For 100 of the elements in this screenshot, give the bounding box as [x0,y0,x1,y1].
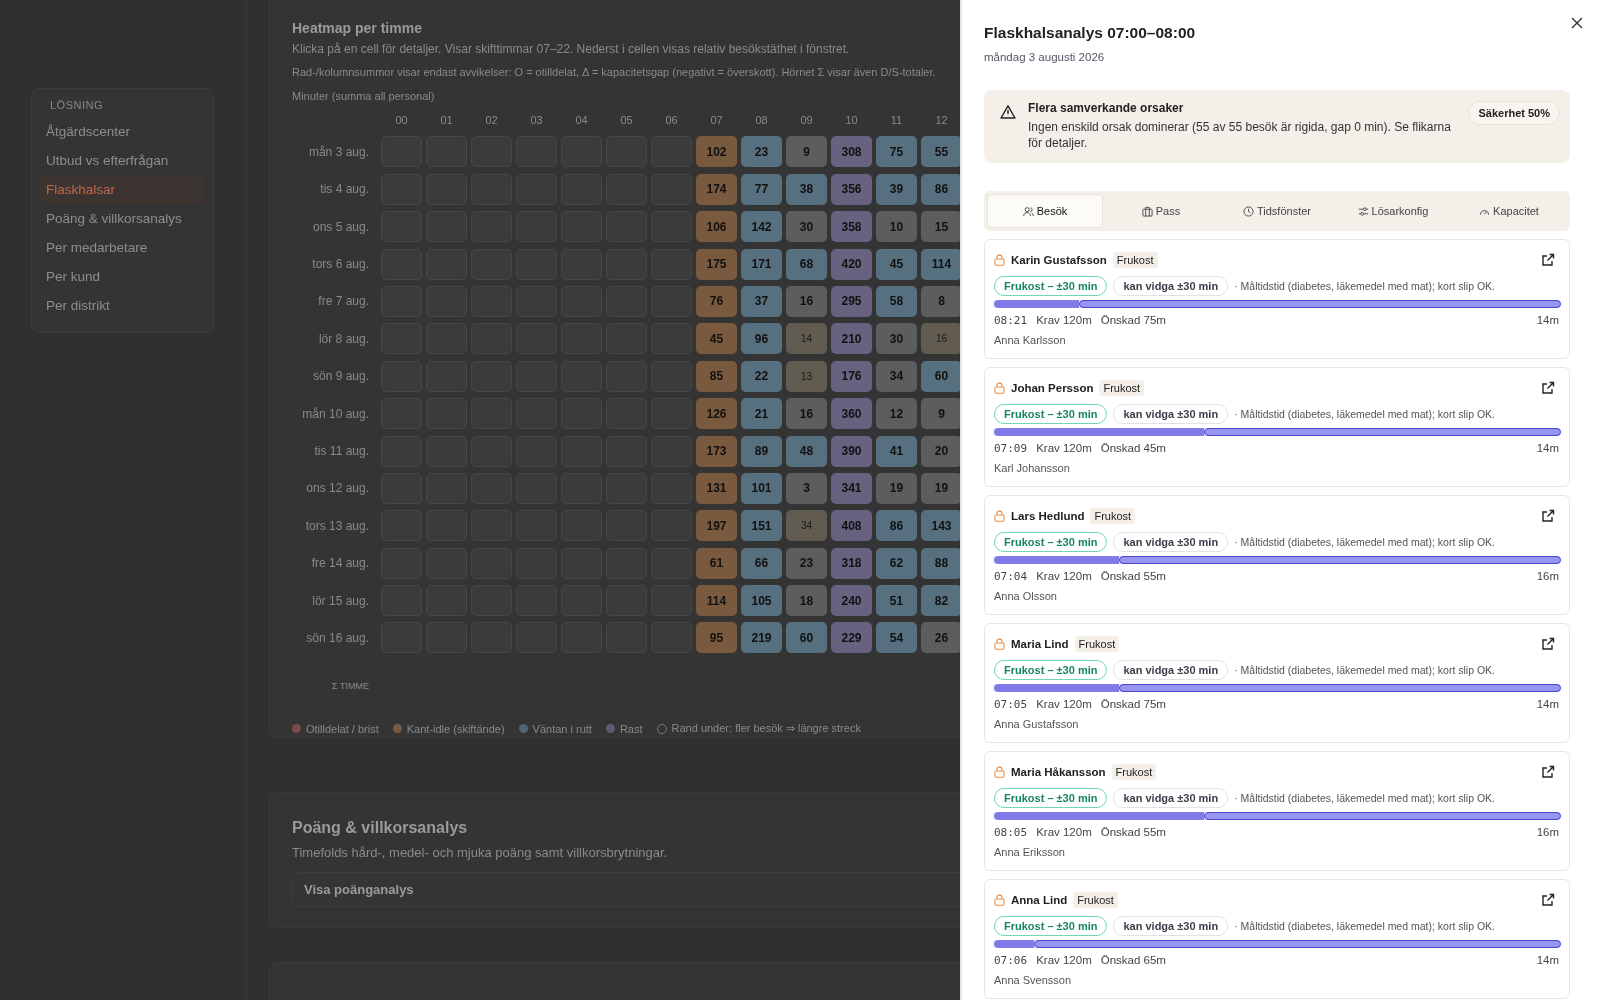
sidebar-item[interactable]: Åtgärdscenter [40,117,205,146]
heatmap-cell[interactable]: 229 [831,622,872,654]
heatmap-cell[interactable]: 420 [831,248,872,280]
heatmap-cell[interactable]: 18 [786,585,827,617]
heatmap-cell[interactable]: 16 [921,323,962,355]
heatmap-cell[interactable]: 54 [876,622,917,654]
heatmap-cell[interactable]: 95 [696,622,737,654]
heatmap-cell[interactable]: 101 [741,472,782,504]
heatmap-cell[interactable]: 41 [876,435,917,467]
heatmap-cell[interactable]: 210 [831,323,872,355]
tab[interactable]: Lösarkonfig [1335,194,1451,229]
heatmap-cell[interactable]: 358 [831,211,872,243]
heatmap-cell[interactable]: 240 [831,585,872,617]
tab[interactable]: Pass [1103,194,1219,229]
heatmap-cell[interactable]: 13 [786,360,827,392]
heatmap-cell[interactable]: 60 [786,622,827,654]
heatmap-cell[interactable]: 39 [876,173,917,205]
heatmap-cell[interactable]: 26 [921,622,962,654]
heatmap-cell[interactable]: 23 [741,136,782,168]
heatmap-cell[interactable]: 62 [876,547,917,579]
heatmap-cell[interactable]: 76 [696,285,737,317]
visit-card[interactable]: Johan Persson Frukost Frukost – ±30 min kan vidga ±30 min · Måltidstid (diabetes, läkemedel med mat); kort slip OK. 07:09 Krav 120m Önskad 45m 14m Karl Johansson [984,367,1570,488]
visit-card[interactable]: Maria Lind Frukost Frukost – ±30 min kan vidga ±30 min · Måltidstid (diabetes, läkemedel med mat); kort slip OK. 07:05 Krav 120m Önskad 75m 14m Anna Gustafsson [984,623,1570,744]
heatmap-cell[interactable]: 16 [786,285,827,317]
heatmap-cell[interactable]: 85 [696,360,737,392]
heatmap-cell[interactable]: 142 [741,211,782,243]
heatmap-cell[interactable]: 30 [876,323,917,355]
heatmap-cell[interactable]: 89 [741,435,782,467]
visit-card[interactable]: Maria Håkansson Frukost Frukost – ±30 min kan vidga ±30 min · Måltidstid (diabetes, läkemedel med mat); kort slip OK. 08:05 Krav 120m Önskad 55m 16m Anna Eriksson [984,751,1570,872]
heatmap-cell[interactable]: 175 [696,248,737,280]
sidebar-item[interactable]: Utbud vs efterfrågan [40,146,205,175]
heatmap-cell[interactable]: 8 [921,285,962,317]
external-link-icon[interactable] [1541,381,1555,396]
sidebar-item[interactable]: Per distrikt [40,291,205,320]
visit-card[interactable]: Anna Lind Frukost Frukost – ±30 min kan vidga ±30 min · Måltidstid (diabetes, läkemedel med mat); kort slip OK. 07:06 Krav 120m Önskad 65m 14m Anna Svensson [984,879,1570,1000]
heatmap-cell[interactable]: 114 [696,585,737,617]
heatmap-cell[interactable]: 21 [741,398,782,430]
heatmap-cell[interactable]: 356 [831,173,872,205]
heatmap-cell[interactable]: 51 [876,585,917,617]
heatmap-cell[interactable]: 34 [876,360,917,392]
heatmap-cell[interactable]: 30 [786,211,827,243]
external-link-icon[interactable] [1541,253,1555,268]
heatmap-cell[interactable]: 66 [741,547,782,579]
heatmap-cell[interactable]: 88 [921,547,962,579]
heatmap-cell[interactable]: 360 [831,398,872,430]
heatmap-cell[interactable]: 19 [921,472,962,504]
heatmap-cell[interactable]: 14 [786,323,827,355]
sidebar-item[interactable]: Per kund [40,262,205,291]
tab[interactable]: Tidsfönster [1219,194,1335,229]
external-link-icon[interactable] [1541,509,1555,524]
heatmap-cell[interactable]: 102 [696,136,737,168]
heatmap-cell[interactable]: 390 [831,435,872,467]
heatmap-cell[interactable]: 20 [921,435,962,467]
heatmap-cell[interactable]: 61 [696,547,737,579]
heatmap-cell[interactable]: 86 [876,510,917,542]
heatmap-cell[interactable]: 58 [876,285,917,317]
heatmap-cell[interactable]: 55 [921,136,962,168]
heatmap-cell[interactable]: 197 [696,510,737,542]
heatmap-cell[interactable]: 176 [831,360,872,392]
heatmap-cell[interactable]: 318 [831,547,872,579]
heatmap-cell[interactable]: 77 [741,173,782,205]
visit-card[interactable]: Karin Gustafsson Frukost Frukost – ±30 min kan vidga ±30 min · Måltidstid (diabetes, läkemedel med mat); kort slip OK. 08:21 Krav 120m Önskad 75m 14m Anna Karlsson [984,239,1570,360]
heatmap-cell[interactable]: 68 [786,248,827,280]
heatmap-cell[interactable]: 86 [921,173,962,205]
heatmap-cell[interactable]: 9 [921,398,962,430]
heatmap-cell[interactable]: 48 [786,435,827,467]
heatmap-cell[interactable]: 12 [876,398,917,430]
heatmap-cell[interactable]: 114 [921,248,962,280]
external-link-icon[interactable] [1541,765,1555,780]
heatmap-cell[interactable]: 38 [786,173,827,205]
heatmap-cell[interactable]: 60 [921,360,962,392]
heatmap-cell[interactable]: 96 [741,323,782,355]
heatmap-cell[interactable]: 106 [696,211,737,243]
heatmap-cell[interactable]: 105 [741,585,782,617]
heatmap-cell[interactable]: 23 [786,547,827,579]
heatmap-cell[interactable]: 22 [741,360,782,392]
heatmap-cell[interactable]: 37 [741,285,782,317]
heatmap-cell[interactable]: 173 [696,435,737,467]
heatmap-cell[interactable]: 341 [831,472,872,504]
heatmap-cell[interactable]: 408 [831,510,872,542]
heatmap-cell[interactable]: 15 [921,211,962,243]
heatmap-cell[interactable]: 151 [741,510,782,542]
heatmap-cell[interactable]: 19 [876,472,917,504]
heatmap-cell[interactable]: 219 [741,622,782,654]
heatmap-cell[interactable]: 126 [696,398,737,430]
heatmap-cell[interactable]: 295 [831,285,872,317]
sidebar-item[interactable]: Per medarbetare [40,233,205,262]
heatmap-cell[interactable]: 16 [786,398,827,430]
heatmap-cell[interactable]: 75 [876,136,917,168]
heatmap-cell[interactable]: 3 [786,472,827,504]
heatmap-cell[interactable]: 308 [831,136,872,168]
sidebar-item[interactable]: Flaskhalsar [40,175,205,204]
heatmap-cell[interactable]: 82 [921,585,962,617]
heatmap-cell[interactable]: 45 [876,248,917,280]
visit-card[interactable]: Lars Hedlund Frukost Frukost – ±30 min kan vidga ±30 min · Måltidstid (diabetes, läkemedel med mat); kort slip OK. 07:04 Krav 120m Önskad 55m 16m Anna Olsson [984,495,1570,616]
heatmap-cell[interactable]: 131 [696,472,737,504]
heatmap-cell[interactable]: 34 [786,510,827,542]
heatmap-cell[interactable]: 171 [741,248,782,280]
heatmap-cell[interactable]: 9 [786,136,827,168]
external-link-icon[interactable] [1541,893,1555,908]
